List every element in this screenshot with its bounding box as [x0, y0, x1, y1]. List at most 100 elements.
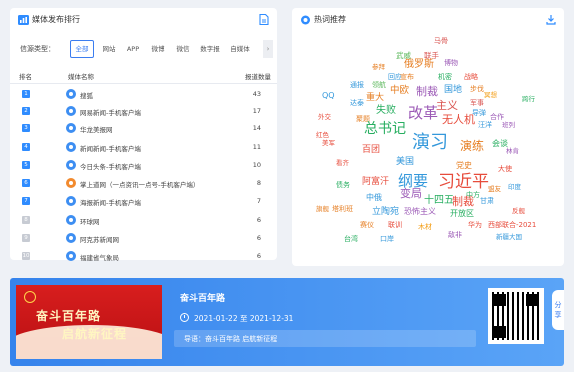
- hot-word[interactable]: 领航: [372, 82, 386, 89]
- hot-word[interactable]: 木材: [418, 224, 432, 231]
- hot-word[interactable]: 博物: [444, 60, 458, 67]
- hot-word[interactable]: 新疆大国: [496, 234, 522, 241]
- hot-word[interactable]: QQ: [322, 92, 335, 100]
- hot-word[interactable]: 开放区: [450, 210, 474, 218]
- media-name: 搜狐: [80, 92, 93, 100]
- hot-word[interactable]: 跨行: [522, 96, 535, 103]
- hot-word[interactable]: 步伐: [470, 86, 484, 93]
- hot-word[interactable]: 盟友: [488, 186, 501, 193]
- topic-title[interactable]: 奋斗百年路: [180, 291, 225, 304]
- hot-word[interactable]: 中欧: [390, 86, 409, 96]
- hot-word[interactable]: 中俄: [366, 194, 382, 202]
- hot-word[interactable]: 台湾: [344, 236, 358, 243]
- hot-word[interactable]: 班列: [502, 122, 515, 129]
- hot-word[interactable]: 甘肃: [480, 198, 494, 205]
- table-row[interactable]: 9 阿克苏新闻网 6: [10, 230, 277, 246]
- hot-word[interactable]: 无人机: [442, 114, 475, 125]
- hot-word[interactable]: 习近平: [438, 174, 489, 191]
- media-name: 环球网: [80, 218, 100, 226]
- hot-word[interactable]: 美军: [322, 140, 335, 147]
- hot-word[interactable]: 通报: [350, 82, 364, 89]
- hot-word[interactable]: 美国: [396, 158, 414, 167]
- hot-word[interactable]: 军事: [470, 100, 484, 107]
- hot-word[interactable]: 冥想: [484, 92, 497, 99]
- rank-badge: 2: [22, 107, 30, 115]
- filter-tab-weibo[interactable]: 微博: [147, 40, 169, 58]
- rank-badge: 7: [22, 197, 30, 205]
- filter-tab-wechat[interactable]: 微信: [172, 40, 194, 58]
- table-row[interactable]: 10 福建省气象局 6: [10, 248, 277, 264]
- table-row[interactable]: 5 今日头条-手机客户端 10: [10, 157, 277, 173]
- table-row[interactable]: 7 海报新闻-手机客户端 7: [10, 193, 277, 209]
- hot-word[interactable]: 改革: [408, 106, 438, 121]
- hot-word[interactable]: 制裁: [452, 196, 474, 207]
- hot-word[interactable]: 十四五: [424, 196, 454, 206]
- hot-word[interactable]: 俄罗斯: [404, 60, 434, 70]
- hot-word[interactable]: 阿富汗: [362, 178, 389, 187]
- hot-word[interactable]: 总书记: [364, 122, 406, 136]
- hot-word[interactable]: 反舰: [512, 208, 525, 215]
- hot-word[interactable]: 口岸: [380, 236, 394, 243]
- hot-word[interactable]: 大使: [498, 166, 512, 173]
- hot-word[interactable]: 失败: [376, 106, 396, 116]
- export-file-icon[interactable]: [259, 14, 269, 25]
- hot-word[interactable]: 变局: [400, 188, 422, 199]
- hot-word[interactable]: 党史: [456, 162, 472, 170]
- filter-tab-app[interactable]: APP: [122, 40, 144, 58]
- rank-badge: 4: [22, 143, 30, 151]
- source-type-filter: 信源类型： 全部 网站 APP 微博 微信 数字报 自媒体 ›: [18, 40, 273, 58]
- hot-word[interactable]: 演习: [412, 134, 448, 152]
- table-row[interactable]: 1 搜狐 43: [10, 86, 277, 102]
- hot-word[interactable]: 债务: [336, 182, 350, 189]
- filter-tab-self-media[interactable]: 自媒体: [226, 40, 254, 58]
- hot-word[interactable]: 宣布: [400, 74, 414, 81]
- filter-label: 信源类型：: [20, 45, 55, 53]
- table-row[interactable]: 8 环球网 6: [10, 212, 277, 228]
- hot-word[interactable]: 旗舰: [316, 206, 329, 213]
- filter-tab-all[interactable]: 全部: [70, 40, 94, 58]
- hot-word[interactable]: 林肯: [506, 148, 519, 155]
- hot-word[interactable]: 制裁: [416, 86, 438, 97]
- download-icon[interactable]: [546, 14, 556, 25]
- report-count: 11: [252, 143, 261, 151]
- hot-word[interactable]: 立陶宛: [372, 208, 399, 217]
- hot-word[interactable]: 联训: [388, 222, 402, 229]
- hot-word[interactable]: 敌非: [448, 232, 462, 239]
- hot-word[interactable]: 看齐: [336, 160, 349, 167]
- table-row[interactable]: 3 华龙美报网 14: [10, 120, 277, 136]
- hot-word[interactable]: 主义: [436, 100, 458, 111]
- report-count: 8: [256, 179, 261, 187]
- filter-tab-website[interactable]: 网站: [98, 40, 120, 58]
- hot-word[interactable]: 印度: [508, 184, 521, 191]
- hot-word[interactable]: 外交: [318, 114, 331, 121]
- hot-word[interactable]: 西部联合-2021: [488, 222, 536, 229]
- hot-word[interactable]: 演练: [460, 140, 484, 152]
- hot-word[interactable]: 华为: [468, 222, 482, 229]
- cloud-panel-title: 热词推荐: [314, 15, 346, 24]
- topic-guide-text: 导语：奋斗百年路 启航新征程: [184, 335, 278, 343]
- media-chart-icon: [18, 15, 29, 25]
- hot-word[interactable]: 马骨: [434, 38, 448, 45]
- hot-word[interactable]: 国地: [444, 86, 462, 95]
- table-row[interactable]: 6 掌上道网（一点资讯一点号-手机客户端） 8: [10, 175, 277, 191]
- hot-word[interactable]: 百团: [362, 146, 380, 155]
- hot-word[interactable]: 重大: [366, 94, 384, 103]
- hot-word[interactable]: 导弹: [472, 110, 486, 117]
- table-row[interactable]: 4 新闻新闻-手机客户端 11: [10, 139, 277, 155]
- share-button[interactable]: 分享: [552, 290, 564, 330]
- hot-word[interactable]: 赛仪: [360, 222, 374, 229]
- hot-word[interactable]: 机密: [438, 74, 452, 81]
- topic-banner[interactable]: 奋斗百年路 启航新征程 奋斗百年路 2021-01-22 至 2021-12-3…: [10, 278, 564, 366]
- filter-scroll-right-icon[interactable]: ›: [263, 40, 273, 58]
- table-row[interactable]: 2 网易新闻-手机客户端 17: [10, 103, 277, 119]
- hot-word[interactable]: 参拜: [372, 64, 385, 71]
- hot-word[interactable]: 恐怖主义: [404, 208, 436, 216]
- hot-word[interactable]: 战略: [464, 74, 478, 81]
- filter-tab-digital-paper[interactable]: 数字报: [197, 40, 223, 58]
- rank-badge: 10: [22, 252, 30, 260]
- hot-word[interactable]: 汪洋: [478, 122, 492, 129]
- hot-word[interactable]: 红色: [316, 132, 329, 139]
- hot-word[interactable]: 塔利班: [332, 206, 353, 213]
- hot-word[interactable]: 合作: [490, 114, 504, 121]
- hot-word[interactable]: 达泰: [350, 100, 364, 107]
